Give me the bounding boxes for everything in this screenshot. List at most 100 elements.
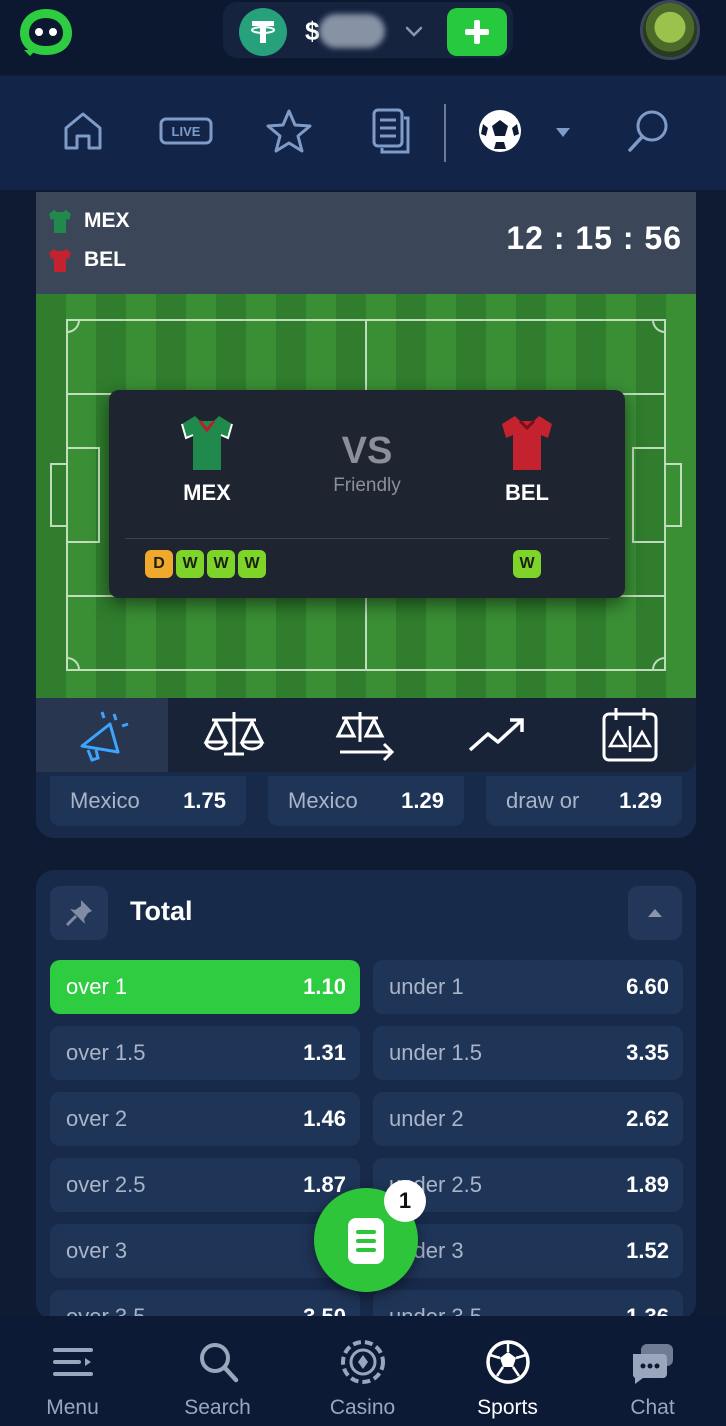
- odds-label: over 1: [66, 974, 128, 999]
- odds-button[interactable]: Mexico 1.75: [50, 776, 246, 826]
- bottom-nav-label: Sports: [477, 1396, 538, 1419]
- search-icon: [199, 1343, 238, 1383]
- bottom-nav-label: Menu: [46, 1396, 99, 1419]
- tab-trend-chart[interactable]: [432, 698, 564, 772]
- bottom-nav-chat[interactable]: Chat: [580, 1316, 725, 1426]
- odds-value: 1.29: [401, 788, 444, 813]
- bottom-navigation: Menu Search Casino Sports Chat: [0, 1316, 726, 1426]
- odds-value: 1.29: [619, 788, 662, 813]
- odds-label: Mexico: [70, 788, 140, 813]
- bet-slip-count-badge: 1: [384, 1180, 426, 1222]
- casino-chip-icon: [340, 1340, 385, 1384]
- form-badge: W: [513, 550, 541, 578]
- pin-market-button[interactable]: [50, 886, 108, 940]
- trend-up-icon: [468, 718, 524, 752]
- odds-button[interactable]: Mexico 1.29: [268, 776, 464, 826]
- favorites-star-icon[interactable]: [264, 106, 314, 156]
- brand-logo-icon[interactable]: [16, 6, 76, 58]
- megaphone-icon: [80, 711, 129, 762]
- balance-currency-symbol: $: [305, 16, 320, 46]
- bottom-nav-label: Casino: [329, 1396, 396, 1419]
- odds-button-under[interactable]: under 1.5 3.35: [373, 1026, 683, 1080]
- odds-label: Mexico: [288, 788, 358, 813]
- away-jersey-icon: [502, 416, 552, 470]
- away-jersey-icon: [49, 249, 71, 272]
- odds-label: draw or: [506, 788, 580, 813]
- bottom-nav-menu[interactable]: Menu: [0, 1316, 145, 1426]
- tab-news-megaphone[interactable]: [36, 698, 168, 772]
- collapse-market-button[interactable]: [628, 886, 682, 940]
- user-avatar[interactable]: [640, 0, 700, 60]
- scales-icon: [203, 712, 265, 756]
- odds-button-under[interactable]: under 3 1.52: [373, 1224, 683, 1278]
- match-versus-panel: MEX VS Friendly BEL D W W W W: [109, 390, 625, 598]
- calendar-scales-icon: [602, 708, 658, 762]
- menu-icon: [52, 1348, 93, 1376]
- tab-calendar-odds[interactable]: [564, 698, 696, 772]
- bottom-nav-casino[interactable]: Casino: [290, 1316, 435, 1426]
- bet-history-icon[interactable]: [366, 106, 416, 156]
- away-team-name: BEL: [505, 480, 549, 505]
- odds-value: 2.62: [626, 1106, 669, 1131]
- odds-button-over[interactable]: over 1 1.10: [50, 960, 360, 1014]
- form-badge: W: [176, 550, 204, 578]
- away-team-code: BEL: [84, 248, 126, 271]
- main-odds-row: Mexico 1.75 Mexico 1.29 draw or 1.29: [50, 776, 682, 826]
- odds-value: 1.10: [303, 974, 346, 999]
- tab-compare-scales[interactable]: [168, 698, 300, 772]
- deposit-button[interactable]: [447, 8, 507, 56]
- away-form-badges: W: [513, 550, 541, 578]
- svg-text:LIVE: LIVE: [172, 124, 201, 139]
- balance-amount-hidden: [319, 14, 385, 48]
- odds-label: over 1.5: [66, 1040, 146, 1065]
- bottom-nav-search[interactable]: Search: [145, 1316, 290, 1426]
- odds-value: 6.60: [626, 974, 669, 999]
- odds-label: under 1.5: [389, 1040, 482, 1065]
- wallet-balance-selector[interactable]: $: [223, 2, 513, 58]
- match-header: MEX BEL 12 : 15 : 56: [36, 192, 696, 294]
- odds-button-over[interactable]: over 1.5 1.31: [50, 1026, 360, 1080]
- odds-button[interactable]: draw or 1.29: [486, 776, 682, 826]
- odds-label: over 3: [66, 1238, 128, 1263]
- tab-odds-movement[interactable]: [300, 698, 432, 772]
- bottom-nav-sports[interactable]: Sports: [435, 1316, 580, 1426]
- live-icon[interactable]: LIVE: [158, 106, 214, 156]
- odds-value: 1.52: [626, 1238, 669, 1263]
- market-title: Total: [130, 896, 193, 926]
- odds-button-under[interactable]: under 1 6.60: [373, 960, 683, 1014]
- home-icon[interactable]: [58, 106, 108, 156]
- odds-value: 1.75: [183, 788, 226, 813]
- form-badge: W: [238, 550, 266, 578]
- nav-divider: [444, 104, 446, 162]
- odds-value: 1.89: [626, 1172, 669, 1197]
- odds-button-over[interactable]: over 2 1.46: [50, 1092, 360, 1146]
- chat-icon: [632, 1344, 673, 1384]
- odds-label: under 1: [389, 974, 464, 999]
- scales-arrow-icon: [335, 712, 395, 762]
- match-card: MEX BEL 12 : 15 : 56 MEX VS Friendly BEL…: [36, 192, 696, 838]
- chevron-up-icon: [648, 909, 662, 917]
- home-jersey-icon: [49, 210, 71, 233]
- odds-label: over 2.5: [66, 1172, 146, 1197]
- sports-nav-bar: LIVE: [0, 76, 726, 190]
- odds-button-under[interactable]: under 2 2.62: [373, 1092, 683, 1146]
- bottom-nav-label: Search: [184, 1396, 251, 1419]
- plus-icon: [465, 20, 489, 44]
- odds-label: under 2: [389, 1106, 464, 1131]
- form-badge: W: [207, 550, 235, 578]
- odds-value: 3.35: [626, 1040, 669, 1065]
- away-team-line: BEL: [46, 245, 126, 275]
- home-team-code: MEX: [84, 209, 130, 232]
- pin-icon: [65, 900, 92, 927]
- search-icon[interactable]: [624, 106, 674, 156]
- match-countdown: 12 : 15 : 56: [506, 220, 682, 256]
- home-form-badges: D W W W: [145, 550, 266, 578]
- odds-value: 1.46: [303, 1106, 346, 1131]
- sport-selector-soccer-ball-icon[interactable]: [474, 106, 574, 156]
- home-team-line: MEX: [46, 206, 130, 236]
- soccer-ball-icon: [485, 1340, 530, 1384]
- match-tools-row: [36, 698, 696, 772]
- odds-value: 1.31: [303, 1040, 346, 1065]
- form-badge: D: [145, 550, 173, 578]
- bottom-nav-label: Chat: [630, 1396, 675, 1419]
